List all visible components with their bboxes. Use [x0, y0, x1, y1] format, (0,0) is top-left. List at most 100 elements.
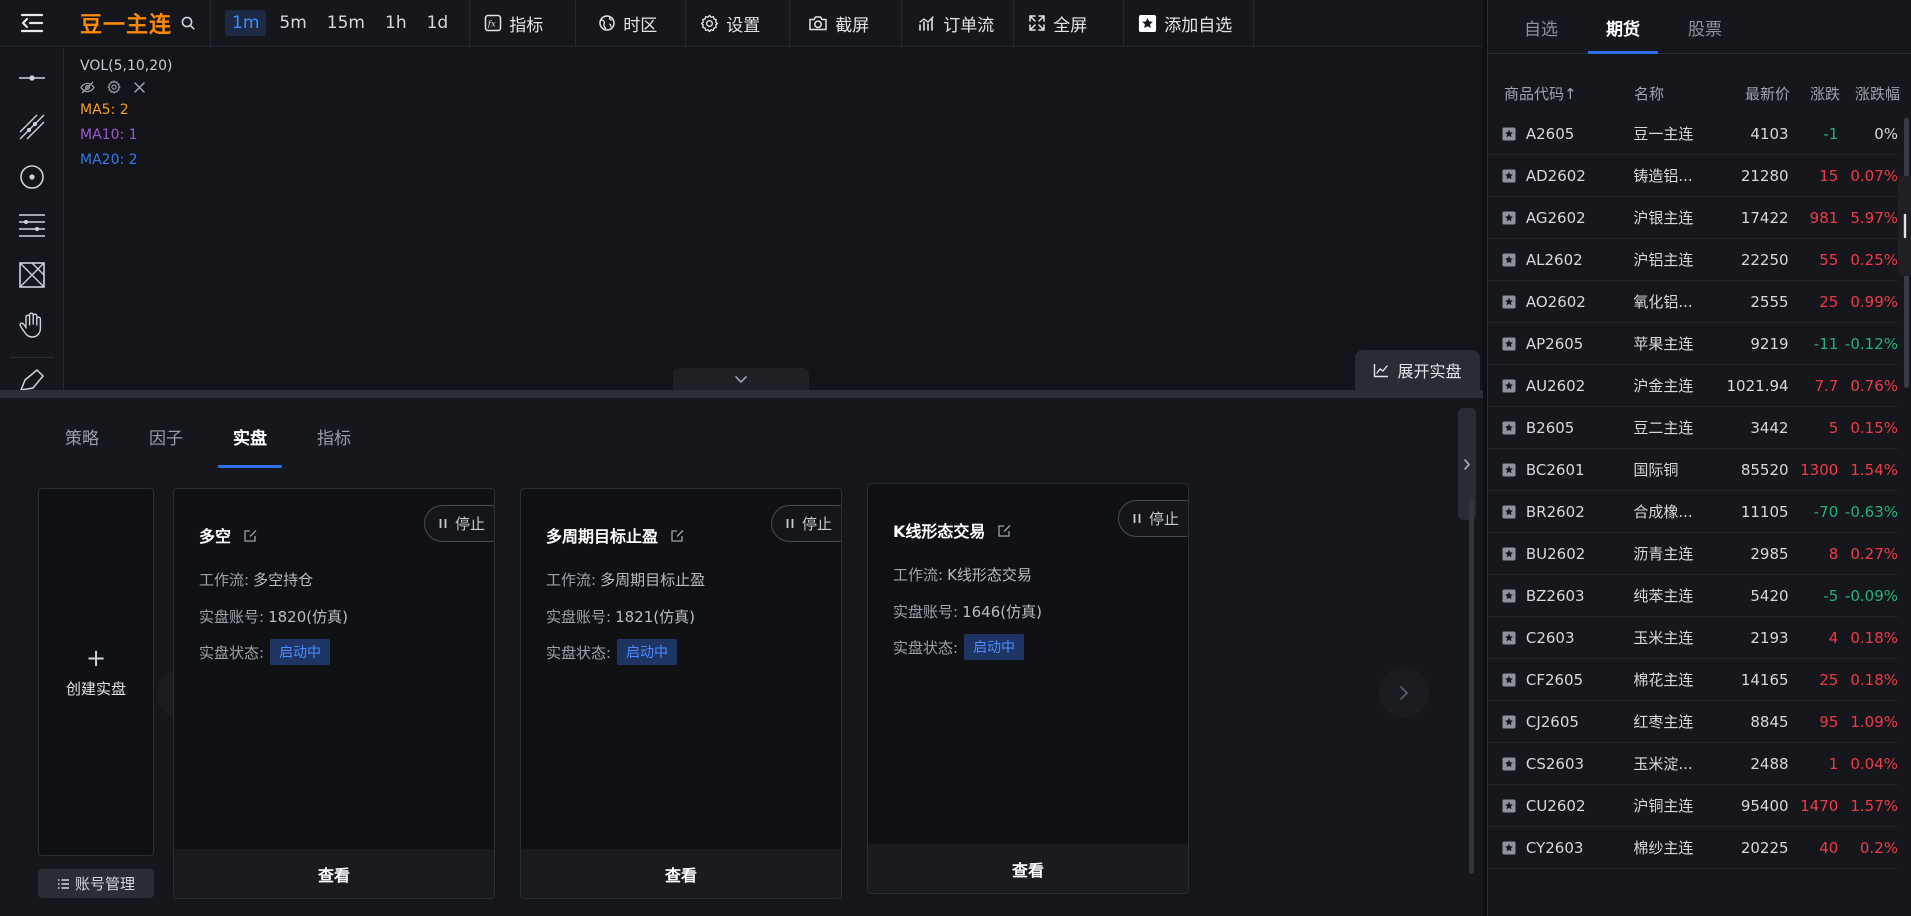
- bookmark-star-icon[interactable]: [1488, 631, 1518, 645]
- quote-row[interactable]: AU2602 沪金主连 1021.94 7.7 0.76%: [1488, 365, 1898, 407]
- draw-circle-tool[interactable]: [0, 152, 64, 201]
- quote-name: 沪铝主连: [1633, 251, 1694, 269]
- bookmark-star-icon[interactable]: [1488, 337, 1518, 351]
- quote-row[interactable]: CF2605 棉花主连 14165 25 0.18%: [1488, 659, 1898, 701]
- quote-row[interactable]: C2603 玉米主连 2193 4 0.18%: [1488, 617, 1898, 659]
- bookmark-star-icon[interactable]: [1488, 421, 1518, 435]
- quote-row[interactable]: CU2602 沪铜主连 95400 1470 1.57%: [1488, 785, 1898, 827]
- bookmark-star-icon[interactable]: [1488, 127, 1518, 141]
- quote-row[interactable]: BZ2603 纯苯主连 5420 -5 -0.09%: [1488, 575, 1898, 617]
- tab-live[interactable]: 实盘: [208, 398, 292, 474]
- bookmark-star-icon[interactable]: [1488, 547, 1518, 561]
- tab-stocks[interactable]: 股票: [1664, 0, 1746, 54]
- create-live-button[interactable]: + 创建实盘: [38, 488, 154, 856]
- settings-button[interactable]: 设置: [686, 0, 791, 46]
- expand-live-button[interactable]: 展开实盘: [1355, 350, 1480, 390]
- draw-horizontal-line-tool[interactable]: [0, 53, 64, 102]
- view-button[interactable]: 查看: [521, 849, 841, 898]
- quote-row[interactable]: AG2602 沪银主连 17422 981 5.97%: [1488, 197, 1898, 239]
- header-change-pct[interactable]: 涨跌幅: [1840, 83, 1900, 104]
- add-watchlist-button[interactable]: 添加自选: [1124, 0, 1255, 46]
- edit-icon[interactable]: [243, 528, 258, 543]
- interval-15m[interactable]: 15m: [320, 10, 372, 36]
- screenshot-button[interactable]: 截屏: [790, 0, 903, 46]
- draw-trend-line-tool[interactable]: [0, 102, 64, 151]
- card-title-text: K线形态交易: [893, 522, 986, 541]
- stop-button[interactable]: 停止: [771, 505, 841, 542]
- quote-row[interactable]: AD2602 铸造铝... 21280 15 0.07%: [1488, 155, 1898, 197]
- draw-pattern-tool[interactable]: [0, 251, 64, 300]
- close-icon[interactable]: [133, 81, 146, 94]
- quote-row[interactable]: AP2605 苹果主连 9219 -11 -0.12%: [1488, 323, 1898, 365]
- interval-1m[interactable]: 1m: [225, 10, 267, 36]
- quote-price: 8845: [1750, 712, 1789, 731]
- ma10-value: MA10: 1: [80, 127, 138, 143]
- panel-divider[interactable]: [0, 390, 1483, 398]
- workflow-value: 多周期目标止盈: [600, 571, 706, 589]
- bookmark-star-icon[interactable]: [1488, 799, 1518, 813]
- bookmark-star-icon: [1502, 295, 1516, 308]
- tab-strategy[interactable]: 策略: [40, 398, 124, 474]
- bookmark-star-icon[interactable]: [1488, 841, 1518, 855]
- header-change[interactable]: 涨跌: [1790, 83, 1840, 104]
- bookmark-star-icon[interactable]: [1488, 715, 1518, 729]
- fullscreen-button[interactable]: 全屏: [1014, 0, 1125, 46]
- edit-icon[interactable]: [670, 528, 685, 543]
- quote-row[interactable]: CJ2605 红枣主连 8845 95 1.09%: [1488, 701, 1898, 743]
- bookmark-star-icon[interactable]: [1488, 211, 1518, 225]
- collapse-panel-tab[interactable]: [673, 368, 809, 390]
- menu-toggle-button[interactable]: [0, 0, 64, 47]
- quote-scroll-handle[interactable]: [1898, 176, 1911, 276]
- view-button[interactable]: 查看: [174, 849, 494, 898]
- symbol-selector[interactable]: 豆一主连: [64, 0, 212, 46]
- stop-button[interactable]: 停止: [1118, 500, 1188, 537]
- interval-1h[interactable]: 1h: [378, 10, 414, 36]
- bookmark-star-icon[interactable]: [1488, 253, 1518, 267]
- bookmark-star-icon[interactable]: [1488, 505, 1518, 519]
- tab-watchlist[interactable]: 自选: [1500, 0, 1582, 54]
- view-button[interactable]: 查看: [868, 844, 1188, 893]
- account-management-button[interactable]: 账号管理: [38, 869, 154, 898]
- tab-factor[interactable]: 因子: [124, 398, 208, 474]
- interval-5m[interactable]: 5m: [272, 10, 313, 36]
- bookmark-star-icon[interactable]: [1488, 379, 1518, 393]
- header-name[interactable]: 名称: [1628, 83, 1714, 104]
- quote-row[interactable]: A2605 豆一主连 4103 -1 0%: [1488, 113, 1898, 155]
- quote-change: 1470: [1800, 796, 1839, 815]
- carousel-next-button[interactable]: [1379, 668, 1429, 718]
- quote-row[interactable]: AL2602 沪铝主连 22250 55 0.25%: [1488, 239, 1898, 281]
- bookmark-star-icon[interactable]: [1488, 295, 1518, 309]
- tab-indicator[interactable]: 指标: [292, 398, 376, 474]
- quote-row[interactable]: BC2601 国际铜 85520 1300 1.54%: [1488, 449, 1898, 491]
- gear-icon[interactable]: [107, 80, 121, 94]
- tab-futures[interactable]: 期货: [1582, 0, 1664, 54]
- interval-1d[interactable]: 1d: [420, 10, 456, 36]
- card-title: 多空: [199, 523, 258, 547]
- draw-brush-tool[interactable]: [0, 358, 64, 391]
- quote-row[interactable]: B2605 豆二主连 3442 5 0.15%: [1488, 407, 1898, 449]
- bookmark-star-icon[interactable]: [1488, 673, 1518, 687]
- stop-button[interactable]: 停止: [424, 505, 494, 542]
- timezone-button[interactable]: 时区: [576, 0, 687, 46]
- bookmark-star-icon[interactable]: [1488, 589, 1518, 603]
- quote-row[interactable]: BR2602 合成橡... 11105 -70 -0.63%: [1488, 491, 1898, 533]
- edit-icon[interactable]: [997, 523, 1012, 538]
- pan-hand-tool[interactable]: [0, 300, 64, 349]
- bookmark-star-icon[interactable]: [1488, 463, 1518, 477]
- header-code[interactable]: 商品代码↑: [1504, 83, 1628, 104]
- eye-hidden-icon[interactable]: [80, 81, 95, 94]
- quote-row[interactable]: CS2603 玉米淀... 2488 1 0.04%: [1488, 743, 1898, 785]
- chart-area[interactable]: VOL(5,10,20) MA5: 2 MA10: 1 MA20: 2 展开实盘: [65, 48, 1483, 390]
- bottom-scrollbar[interactable]: [1469, 498, 1474, 874]
- draw-parallel-lines-tool[interactable]: [0, 201, 64, 250]
- quote-row[interactable]: CY2603 棉纱主连 20225 40 0.2%: [1488, 827, 1898, 869]
- bookmark-star-icon[interactable]: [1488, 169, 1518, 183]
- quote-row[interactable]: BU2602 沥青主连 2985 8 0.27%: [1488, 533, 1898, 575]
- bookmark-star-icon[interactable]: [1488, 757, 1518, 771]
- header-price[interactable]: 最新价: [1714, 83, 1790, 104]
- quote-name: 玉米主连: [1633, 629, 1694, 647]
- orderflow-button[interactable]: 订单流: [902, 0, 1015, 46]
- indicator-button[interactable]: fx 指标: [470, 0, 577, 46]
- quote-row[interactable]: AO2602 氧化铝... 2555 25 0.99%: [1488, 281, 1898, 323]
- quote-change: 40: [1819, 838, 1839, 857]
